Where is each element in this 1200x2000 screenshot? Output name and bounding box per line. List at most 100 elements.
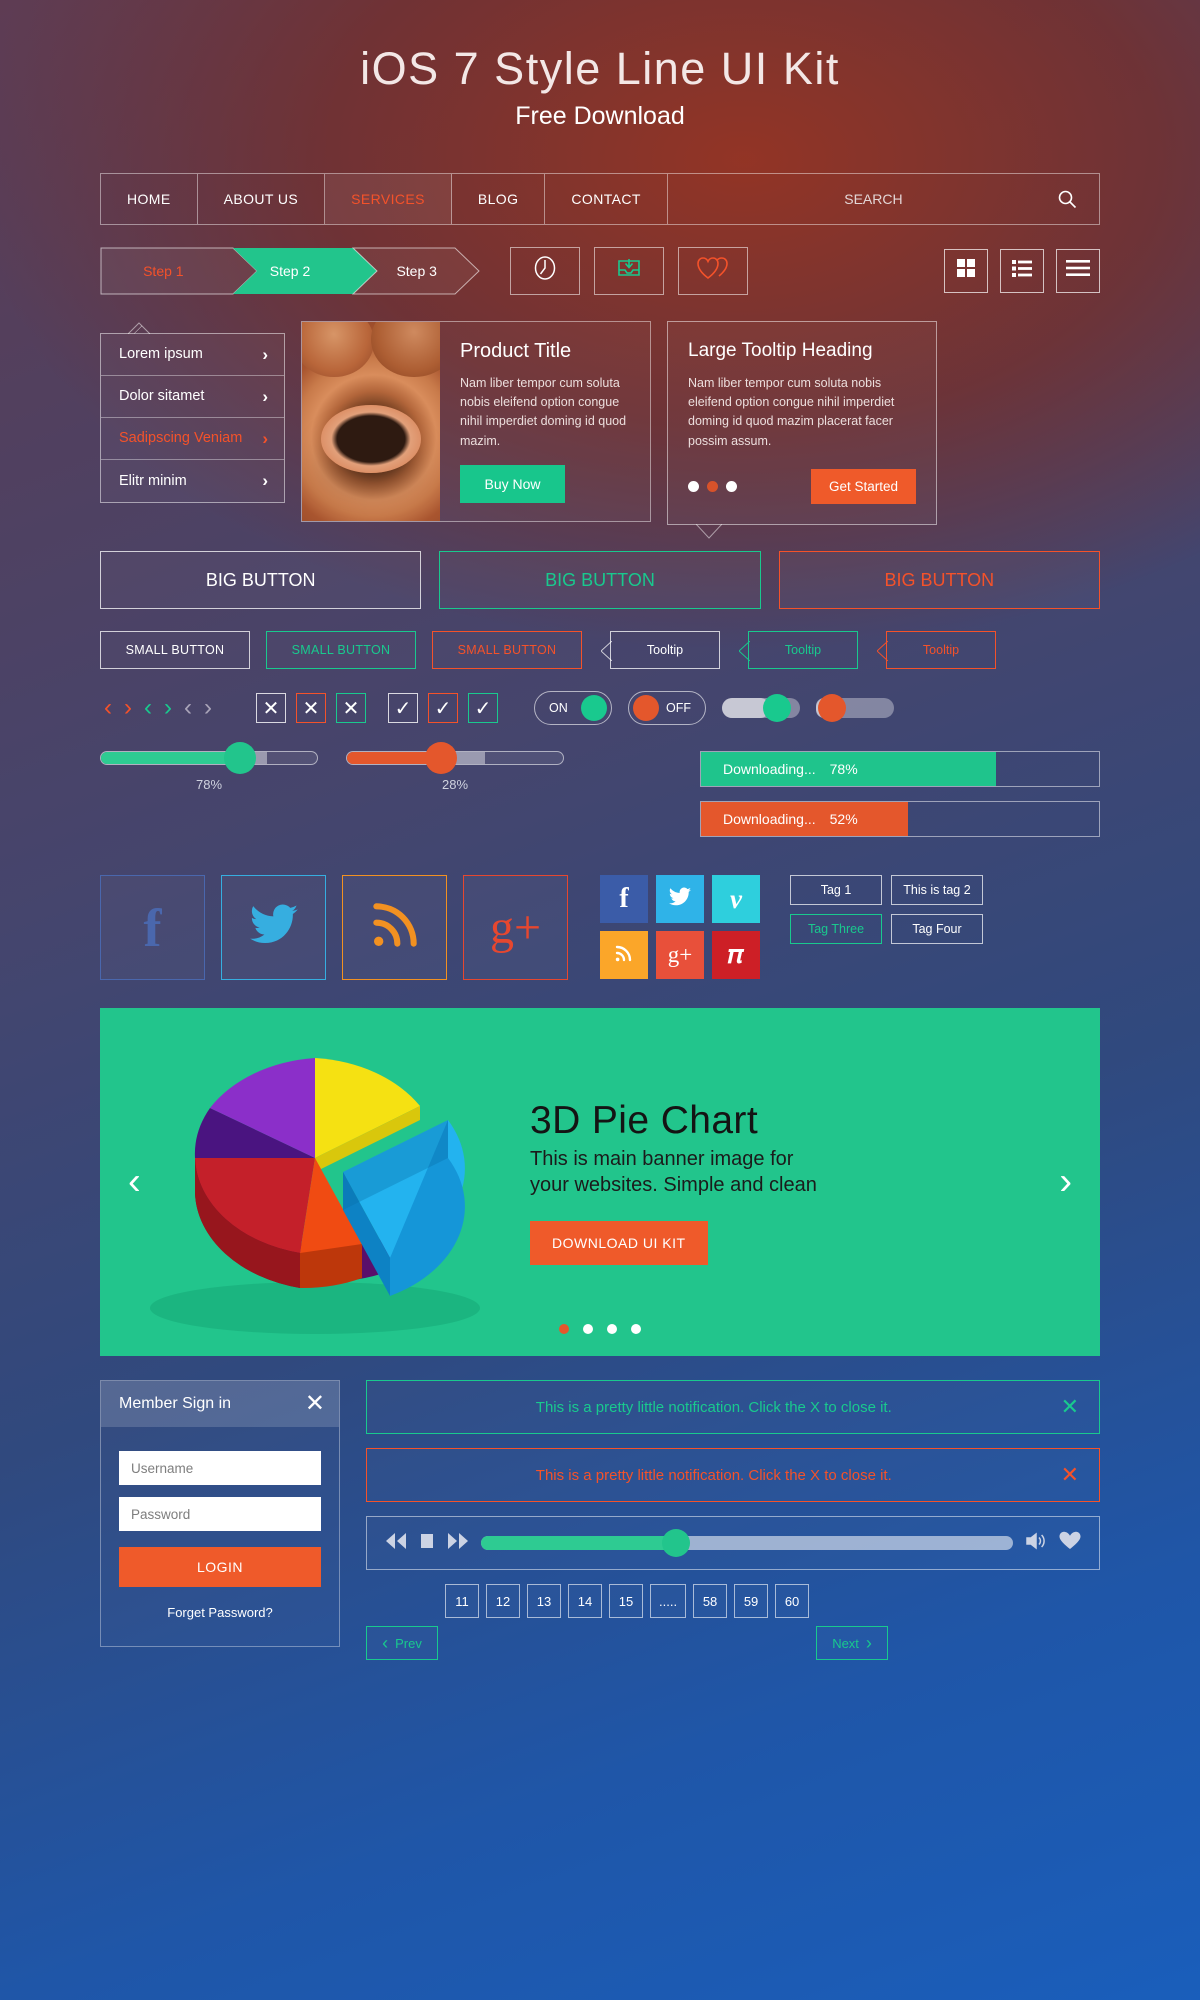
vimeo-solid-button[interactable]: v: [712, 875, 760, 923]
download-inbox-button[interactable]: [594, 246, 664, 295]
twitter-outline-button[interactable]: [221, 875, 326, 980]
nav-item-services[interactable]: SERVICES: [325, 173, 452, 224]
banner-next-button[interactable]: ›: [1059, 1161, 1072, 1204]
checkbox-x-green[interactable]: ✕: [336, 693, 366, 723]
pagination-page-13[interactable]: 13: [527, 1584, 561, 1618]
pagination-prev[interactable]: ‹ Prev: [366, 1626, 438, 1660]
stop-icon[interactable]: [419, 1532, 435, 1555]
player-progress-handle[interactable]: [661, 1529, 690, 1557]
search-area[interactable]: SEARCH: [668, 174, 1099, 224]
fast-forward-icon[interactable]: [447, 1532, 469, 1555]
close-icon[interactable]: ✕: [1061, 1464, 1079, 1486]
player-progress[interactable]: [481, 1529, 1013, 1557]
checkbox-check-orange[interactable]: ✓: [428, 693, 458, 723]
tag-2[interactable]: This is tag 2: [891, 875, 983, 905]
step-2[interactable]: Step 2: [227, 247, 354, 295]
step-1[interactable]: Step 1: [100, 247, 227, 295]
search-icon[interactable]: [1057, 189, 1077, 209]
slider-orange[interactable]: [346, 742, 564, 774]
banner-dot-active[interactable]: [559, 1324, 569, 1334]
pagination-page-60[interactable]: 60: [775, 1584, 810, 1618]
nav-item-home[interactable]: HOME: [101, 173, 198, 224]
grid-view-button[interactable]: [944, 248, 988, 293]
search-input[interactable]: SEARCH: [690, 191, 1057, 207]
nav-item-blog[interactable]: BLOG: [452, 173, 546, 224]
chevron-left-icon[interactable]: ‹: [100, 696, 116, 720]
chevron-right-icon[interactable]: ›: [120, 696, 136, 720]
volume-icon[interactable]: [1025, 1531, 1047, 1555]
get-started-button[interactable]: Get Started: [810, 469, 916, 504]
small-button-white[interactable]: SMALL BUTTON: [100, 631, 250, 669]
twitter-solid-button[interactable]: [656, 875, 704, 923]
favorites-button[interactable]: [678, 246, 748, 295]
facebook-solid-button[interactable]: f: [600, 875, 648, 923]
list-view-button[interactable]: [1000, 248, 1044, 293]
google-plus-solid-button[interactable]: g+: [656, 931, 704, 979]
dropdown-item-dolor-sitamet[interactable]: Dolor sitamet ›: [101, 376, 284, 418]
dropdown-item-lorem-ipsum[interactable]: Lorem ipsum ›: [101, 334, 284, 376]
checkbox-check-green[interactable]: ✓: [468, 693, 498, 723]
big-button-green[interactable]: BIG BUTTON: [439, 551, 761, 609]
username-input[interactable]: Username: [119, 1451, 321, 1485]
carousel-dot[interactable]: [726, 481, 737, 492]
menu-button[interactable]: [1056, 248, 1100, 293]
pagination-page-11[interactable]: 11: [445, 1584, 479, 1618]
chevron-right-icon[interactable]: ›: [200, 696, 216, 720]
dropdown-item-elitr-minim[interactable]: Elitr minim ›: [101, 460, 284, 502]
clock-button[interactable]: [510, 246, 580, 295]
pagination-page-14[interactable]: 14: [568, 1584, 602, 1618]
nav-item-contact[interactable]: CONTACT: [545, 173, 668, 224]
download-ui-kit-button[interactable]: DOWNLOAD UI KIT: [530, 1220, 708, 1265]
chevron-left-icon[interactable]: ‹: [140, 696, 156, 720]
checkbox-check-white[interactable]: ✓: [388, 693, 418, 723]
toggle-on[interactable]: ON: [534, 691, 612, 725]
banner-dot[interactable]: [607, 1324, 617, 1334]
slider-handle[interactable]: [424, 742, 457, 774]
toggle-off[interactable]: OFF: [628, 691, 706, 725]
pagination-page-59[interactable]: 59: [734, 1584, 769, 1618]
banner-prev-button[interactable]: ‹: [128, 1161, 141, 1204]
chevron-left-icon[interactable]: ‹: [180, 696, 196, 720]
pagination-page-12[interactable]: 12: [486, 1584, 520, 1618]
small-button-orange[interactable]: SMALL BUTTON: [432, 631, 582, 669]
rss-solid-button[interactable]: [600, 931, 648, 979]
carousel-dot[interactable]: [688, 481, 699, 492]
big-button-orange[interactable]: BIG BUTTON: [778, 551, 1100, 609]
tooltip-orange[interactable]: Tooltip: [877, 631, 996, 669]
dropdown-item-sadipscing-veniam[interactable]: Sadipscing Veniam ›: [101, 418, 284, 460]
slider-handle[interactable]: [224, 742, 257, 774]
tooltip-green[interactable]: Tooltip: [739, 631, 858, 669]
close-icon[interactable]: ✕: [1061, 1396, 1079, 1418]
heart-icon[interactable]: [1059, 1531, 1081, 1556]
login-button[interactable]: LOGIN: [119, 1547, 321, 1587]
tooltip-white[interactable]: Tooltip: [601, 631, 720, 669]
buy-now-button[interactable]: Buy Now: [460, 465, 565, 503]
rewind-icon[interactable]: [385, 1532, 407, 1555]
pagination-page-58[interactable]: 58: [693, 1584, 728, 1618]
banner-dot[interactable]: [631, 1324, 641, 1334]
facebook-outline-button[interactable]: f: [100, 875, 205, 980]
step-3[interactable]: Step 3: [353, 247, 480, 295]
carousel-dot-active[interactable]: [707, 481, 718, 492]
tag-four[interactable]: Tag Four: [891, 914, 983, 944]
slider-toggle-orange[interactable]: [816, 694, 894, 722]
banner-dot[interactable]: [583, 1324, 593, 1334]
slider-toggle-green[interactable]: [722, 694, 800, 722]
small-button-green[interactable]: SMALL BUTTON: [266, 631, 416, 669]
slider-knob[interactable]: [818, 694, 846, 722]
nav-item-about-us[interactable]: ABOUT US: [198, 173, 326, 224]
rss-outline-button[interactable]: [342, 875, 447, 980]
forget-password-link[interactable]: Forget Password?: [119, 1605, 321, 1620]
tag-three[interactable]: Tag Three: [790, 914, 882, 944]
big-button-white[interactable]: BIG BUTTON: [100, 551, 422, 609]
pinterest-solid-button[interactable]: 𝜋: [712, 931, 760, 979]
checkbox-x-orange[interactable]: ✕: [296, 693, 326, 723]
checkbox-x-white[interactable]: ✕: [256, 693, 286, 723]
slider-knob[interactable]: [762, 694, 791, 722]
pagination-next[interactable]: Next ›: [816, 1626, 889, 1660]
slider-green[interactable]: [100, 742, 318, 774]
chevron-right-icon[interactable]: ›: [160, 696, 176, 720]
tag-1[interactable]: Tag 1: [790, 875, 882, 905]
pagination-page-15[interactable]: 15: [609, 1584, 643, 1618]
password-input[interactable]: Password: [119, 1497, 321, 1531]
